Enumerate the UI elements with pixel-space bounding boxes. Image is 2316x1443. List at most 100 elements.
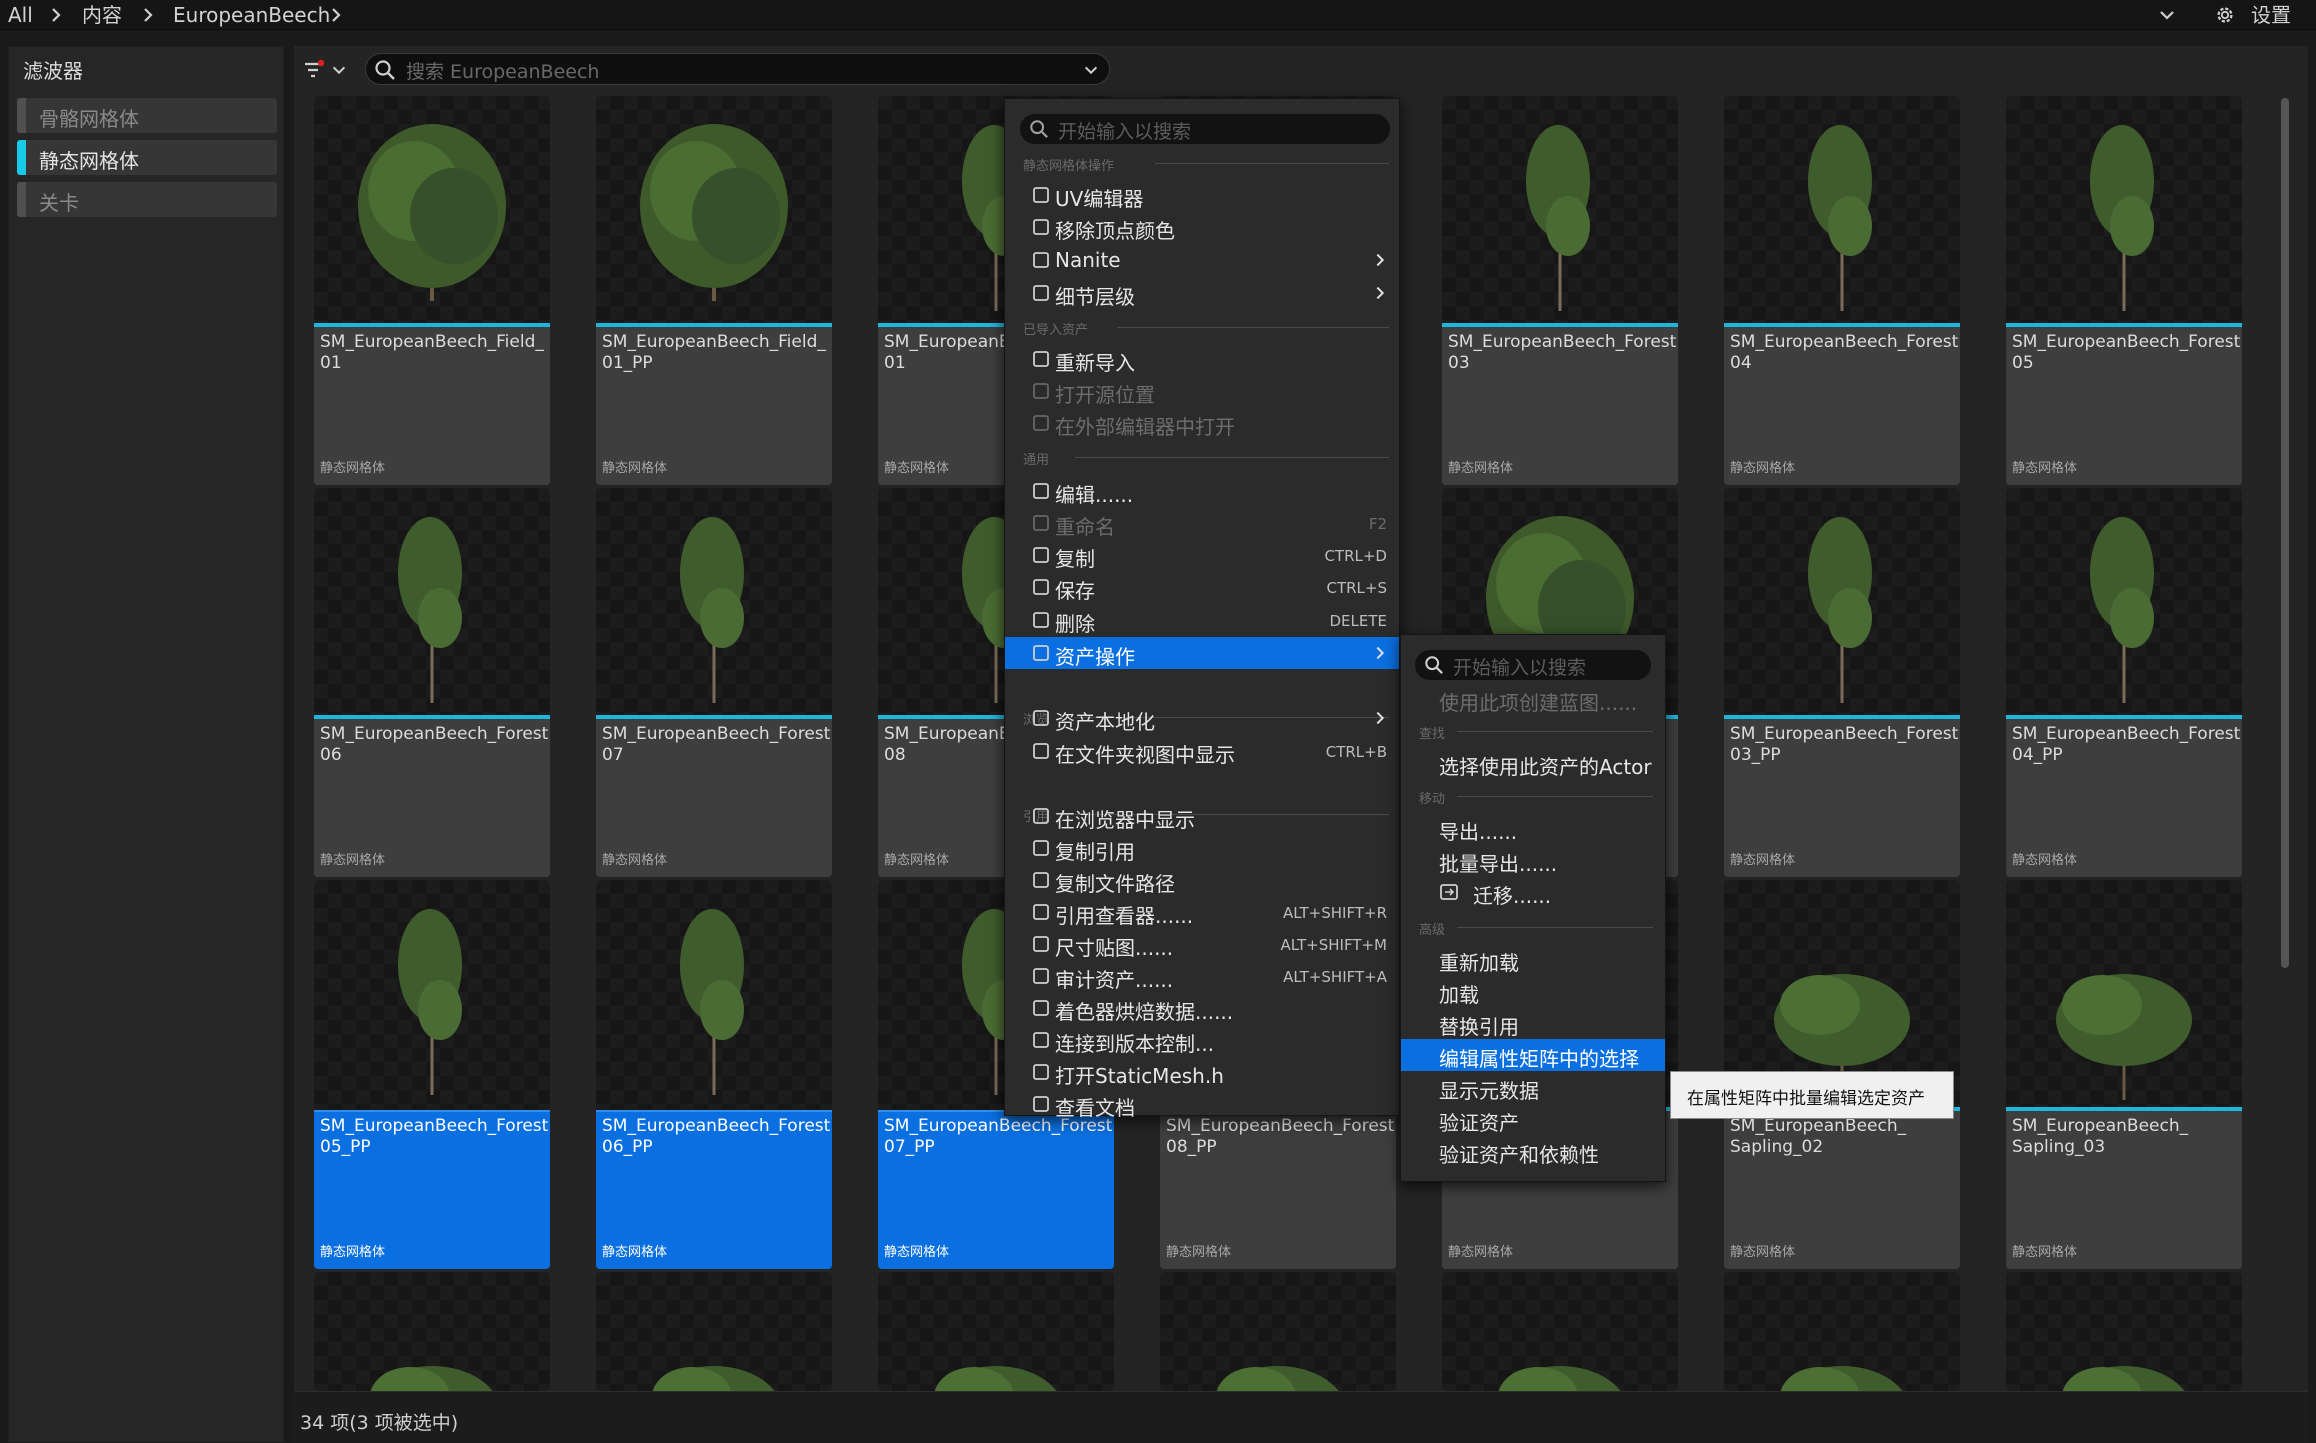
asset-tile[interactable] [1442,1272,1678,1391]
search-input[interactable]: 搜索 EuropeanBeech [365,53,1110,85]
context-menu-item-label: 保存 [1055,579,1095,603]
context-menu-item[interactable]: UV编辑器 [1005,179,1399,211]
section-divider [1075,457,1389,458]
asset-type-underline [314,715,550,719]
audit-icon [1033,968,1049,984]
context-menu-item[interactable]: 连接到版本控制... [1005,1024,1399,1056]
submenu-item-label: 导出...... [1439,820,1518,844]
filter-item-skeletal-mesh[interactable]: 骨骼网格体 [17,98,277,133]
asset-thumbnail [596,880,832,1112]
folder-icon [1033,808,1049,824]
asset-tile[interactable] [596,1272,832,1391]
context-menu-item[interactable]: Nanite [1005,244,1399,276]
submenu-item[interactable]: 验证资产和依赖性 [1401,1135,1665,1167]
asset-tile[interactable]: SM_EuropeanBeech_Forest_ 05 静态网格体 [2006,96,2242,485]
settings-button[interactable]: 设置 [2205,0,2305,30]
submenu-item[interactable]: 迁移...... [1401,876,1665,908]
context-menu-search[interactable]: 开始输入以搜索 [1020,114,1390,144]
asset-tile[interactable] [878,1272,1114,1391]
asset-tile[interactable]: SM_EuropeanBeech_Forest_ 07 静态网格体 [596,488,832,877]
asset-tile[interactable]: SM_EuropeanBeech_Forest_ 06 静态网格体 [314,488,550,877]
asset-tile[interactable]: SM_EuropeanBeech_Field_ 01_PP 静态网格体 [596,96,832,485]
filter-item-label: 关卡 [39,191,79,215]
context-menu-item[interactable]: 复制 CTRL+D [1005,539,1399,571]
section-mesh-ops: 静态网格体操作 [1023,159,1115,174]
submenu-item-label: 加载 [1439,983,1479,1007]
context-menu-item[interactable]: 复制文件路径 [1005,864,1399,896]
context-menu-item[interactable]: 重新导入 [1005,343,1399,375]
asset-tile[interactable] [314,1272,550,1391]
asset-tile[interactable]: SM_EuropeanBeech_Forest_ 04_PP 静态网格体 [2006,488,2242,877]
migrate-icon [1440,884,1458,900]
chevron-down-icon[interactable] [1082,61,1100,79]
submenu-item[interactable]: 重新加载 [1401,943,1665,975]
submenu-search-placeholder: 开始输入以搜索 [1453,657,1587,679]
context-menu-item[interactable]: 在外部编辑器中打开 [1005,407,1399,439]
context-menu-item-label: 在文件夹视图中显示 [1055,743,1235,767]
submenu-item[interactable]: 加载 [1401,975,1665,1007]
context-menu-item[interactable]: 细节层级 [1005,277,1399,309]
asset-type-underline [596,715,832,719]
submenu-item-label: 批量导出...... [1439,852,1558,876]
filter-item-static-mesh[interactable]: 静态网格体 [17,140,277,175]
asset-tile[interactable]: SM_EuropeanBeech_Forest_ 05_PP 静态网格体 [314,880,550,1269]
context-menu-item[interactable]: 编辑...... [1005,475,1399,507]
context-menu-item[interactable]: 引用查看器...... ALT+SHIFT+R [1005,896,1399,928]
asset-type: 静态网格体 [2012,1245,2078,1260]
tree-thumbnail [1808,517,1872,703]
tree-thumbnail [1216,1366,1339,1391]
breadcrumb-all[interactable]: All [8,0,33,30]
search-icon [1425,656,1443,674]
context-menu-item-label: 资产本地化 [1055,710,1155,734]
chevron-right-icon[interactable] [326,5,346,25]
context-menu-item[interactable]: 在浏览器中显示 [1005,800,1399,832]
context-menu-item[interactable]: 移除顶点颜色 [1005,211,1399,243]
asset-tile[interactable]: SM_EuropeanBeech_Forest_ 03_PP 静态网格体 [1724,488,1960,877]
submenu-item[interactable]: 批量导出...... [1401,844,1665,876]
filter-dropdown-button[interactable] [300,53,354,85]
chevron-down-icon[interactable] [2157,5,2177,25]
search-icon [375,60,395,80]
breadcrumb-content[interactable]: 内容 [82,0,122,30]
asset-thumbnail [1442,96,1678,326]
context-menu-item[interactable]: 查看文档 [1005,1088,1399,1120]
context-menu-item[interactable]: 删除 DELETE [1005,604,1399,636]
submenu-search[interactable]: 开始输入以搜索 [1415,650,1651,680]
context-menu-item[interactable]: 重命名 F2 [1005,507,1399,539]
context-menu-item[interactable]: 在文件夹视图中显示 CTRL+B [1005,735,1399,767]
context-menu-item[interactable]: 尺寸贴图...... ALT+SHIFT+M [1005,928,1399,960]
asset-tile[interactable]: SM_EuropeanBeech_ Sapling_03 静态网格体 [2006,880,2242,1269]
submenu-item[interactable]: 编辑属性矩阵中的选择 [1401,1039,1665,1071]
context-menu-item[interactable]: 资产本地化 [1005,702,1399,734]
asset-tile[interactable] [1724,1272,1960,1391]
asset-thumbnail [596,96,832,326]
filter-item-level[interactable]: 关卡 [17,182,277,217]
asset-tile[interactable] [1160,1272,1396,1391]
context-menu-item[interactable]: 审计资产...... ALT+SHIFT+A [1005,960,1399,992]
filter-item-label: 骨骼网格体 [39,107,139,131]
asset-tile[interactable] [2006,1272,2242,1391]
submenu-item[interactable]: 使用此项创建蓝图...... [1401,683,1665,715]
asset-tile[interactable]: SM_EuropeanBeech_Field_ 01 静态网格体 [314,96,550,485]
submenu-item[interactable]: 显示元数据 [1401,1071,1665,1103]
asset-tile[interactable]: SM_EuropeanBeech_Forest_ 06_PP 静态网格体 [596,880,832,1269]
asset-tile[interactable]: SM_EuropeanBeech_Forest_ 04 静态网格体 [1724,96,1960,485]
asset-name: SM_EuropeanBeech_Forest_ 04 [1730,332,1958,373]
context-menu-item[interactable]: 着色器烘焙数据...... [1005,992,1399,1024]
context-menu-item[interactable]: 打开源位置 [1005,375,1399,407]
tree-thumbnail [370,1366,493,1391]
asset-type: 静态网格体 [1166,1245,1232,1260]
submenu-item[interactable]: 导出...... [1401,812,1665,844]
context-menu-item[interactable]: 打开StaticMesh.h [1005,1056,1399,1088]
scrollbar[interactable] [2281,98,2289,968]
chevron-down-icon [332,66,346,75]
submenu-item[interactable]: 替换引用 [1401,1007,1665,1039]
context-menu-item[interactable]: 资产操作 [1005,637,1399,669]
asset-tile[interactable]: SM_EuropeanBeech_Forest_ 03 静态网格体 [1442,96,1678,485]
submenu-item[interactable]: 验证资产 [1401,1103,1665,1135]
submenu-item[interactable]: 选择使用此资产的Actor [1401,747,1665,779]
context-menu-item[interactable]: 保存 CTRL+S [1005,571,1399,603]
context-menu-item[interactable]: 复制引用 [1005,832,1399,864]
asset-name: SM_EuropeanBeech_Forest_ 05_PP [320,1116,548,1157]
breadcrumb-folder[interactable]: EuropeanBeech [173,0,330,30]
